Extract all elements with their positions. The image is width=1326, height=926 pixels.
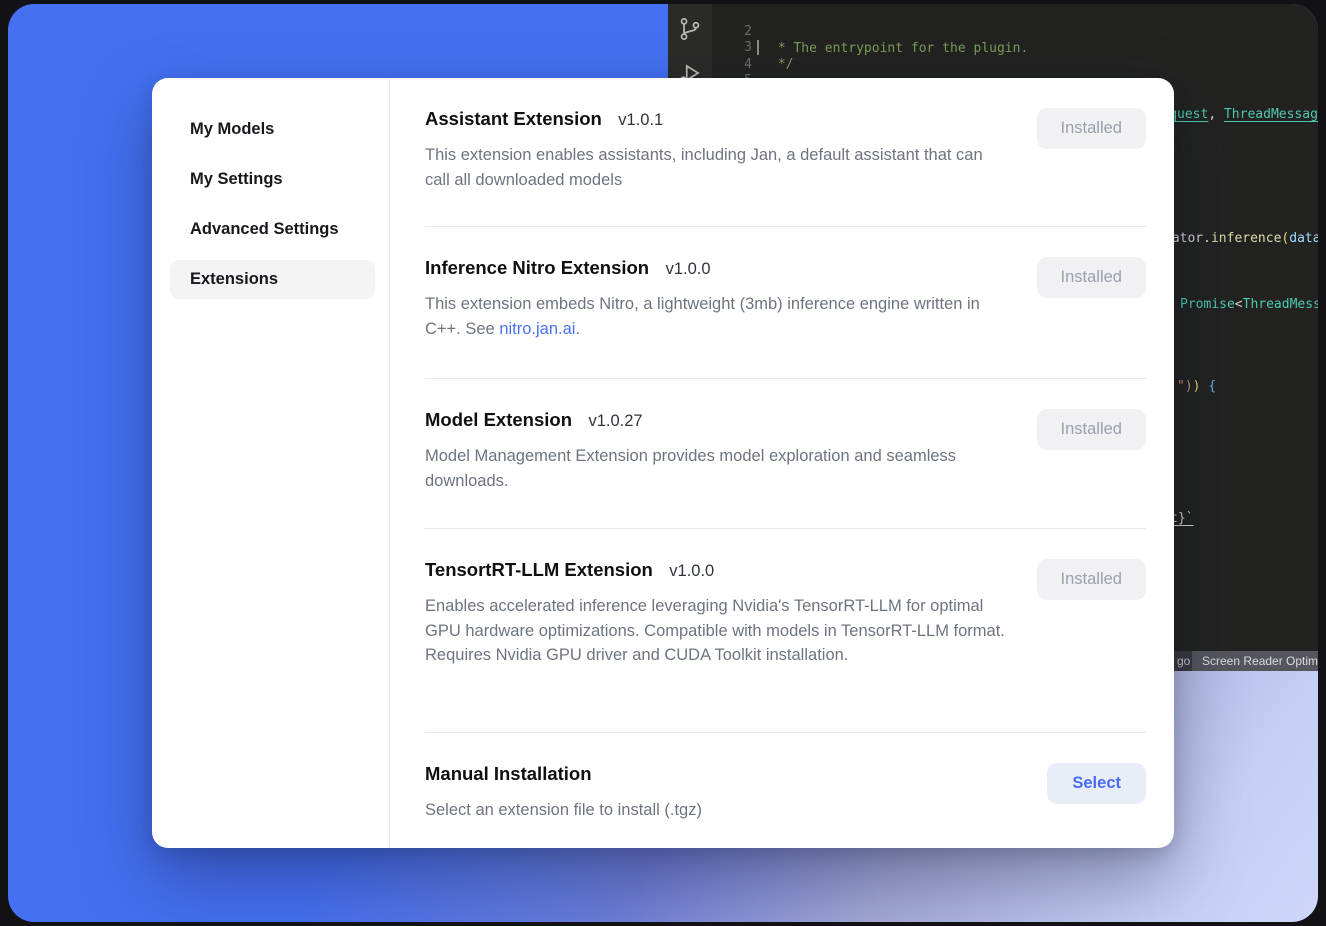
code-line: 3 */ bbox=[668, 22, 715, 39]
nitro-link[interactable]: nitro.jan.ai. bbox=[499, 320, 580, 338]
select-file-button[interactable]: Select bbox=[1047, 763, 1146, 804]
settings-sidebar: My Models My Settings Advanced Settings … bbox=[152, 78, 390, 848]
extension-version: v1.0.0 bbox=[669, 562, 714, 580]
code-fragment: ")) { bbox=[1177, 379, 1216, 395]
manual-installation-title: Manual Installation bbox=[425, 763, 592, 784]
status-text-fragment: go bbox=[1177, 651, 1190, 671]
extension-name: Model Extension bbox=[425, 409, 572, 430]
extension-row-assistant: Assistant Extension v1.0.1 This extensio… bbox=[425, 78, 1146, 226]
extension-title-row: Inference Nitro Extension v1.0.0 bbox=[425, 257, 1007, 279]
extension-row-nitro: Inference Nitro Extension v1.0.0 This ex… bbox=[425, 226, 1146, 378]
extension-version: v1.0.1 bbox=[618, 111, 663, 129]
code-fragment: rator.inference(data)); bbox=[1164, 231, 1318, 247]
installed-button[interactable]: Installed bbox=[1037, 559, 1146, 600]
installed-button[interactable]: Installed bbox=[1037, 409, 1146, 450]
sidebar-item-advanced-settings[interactable]: Advanced Settings bbox=[170, 210, 375, 249]
code-text: */ bbox=[770, 56, 793, 73]
screen-reader-status-item[interactable]: Screen Reader Optimize bbox=[1192, 651, 1318, 671]
text-cursor bbox=[757, 40, 759, 55]
extension-title-row: Model Extension v1.0.27 bbox=[425, 409, 1007, 431]
manual-installation-description: Select an extension file to install (.tg… bbox=[425, 798, 702, 823]
extension-name: Inference Nitro Extension bbox=[425, 257, 649, 278]
extension-description: Enables accelerated inference leveraging… bbox=[425, 594, 1007, 668]
extension-name: TensortRT-LLM Extension bbox=[425, 559, 653, 580]
code-line: 2 * The entrypoint for the plugin. bbox=[668, 6, 715, 23]
desktop-background: 2 * The entrypoint for the plugin. 3 */ … bbox=[8, 4, 1318, 922]
manual-installation-row: Manual Installation Select an extension … bbox=[425, 732, 1146, 848]
extension-name: Assistant Extension bbox=[425, 108, 602, 129]
code-text: * The entrypoint for the plugin. bbox=[770, 40, 1028, 57]
sidebar-item-extensions[interactable]: Extensions bbox=[170, 260, 375, 299]
code-line: 5 // Web / extension runtime bbox=[668, 55, 715, 72]
extension-version: v1.0.27 bbox=[588, 412, 642, 430]
installed-button[interactable]: Installed bbox=[1037, 257, 1146, 298]
settings-modal: My Models My Settings Advanced Settings … bbox=[152, 78, 1174, 848]
line-number: 3 bbox=[712, 39, 752, 56]
extension-version: v1.0.0 bbox=[666, 260, 711, 278]
extension-description: Model Management Extension provides mode… bbox=[425, 444, 1007, 493]
extension-row-tensorrt: TensortRT-LLM Extension v1.0.0 Enables a… bbox=[425, 528, 1146, 732]
extension-description: This extension enables assistants, inclu… bbox=[425, 143, 1007, 192]
code-line: 4 bbox=[668, 39, 715, 56]
installed-button[interactable]: Installed bbox=[1037, 108, 1146, 149]
sidebar-item-my-models[interactable]: My Models bbox=[170, 110, 375, 149]
extension-description: This extension embeds Nitro, a lightweig… bbox=[425, 292, 1007, 341]
extension-title-row: Assistant Extension v1.0.1 bbox=[425, 108, 1007, 130]
extension-title-row: Manual Installation bbox=[425, 763, 702, 785]
line-number: 4 bbox=[712, 56, 752, 73]
sidebar-item-my-settings[interactable]: My Settings bbox=[170, 160, 375, 199]
code-fragment: Promise<ThreadMessage> bbox=[1180, 297, 1318, 313]
line-number: 2 bbox=[712, 23, 752, 40]
extension-title-row: TensortRT-LLM Extension v1.0.0 bbox=[425, 559, 1007, 581]
extensions-list: Assistant Extension v1.0.1 This extensio… bbox=[390, 78, 1174, 848]
extension-row-model: Model Extension v1.0.27 Model Management… bbox=[425, 378, 1146, 528]
